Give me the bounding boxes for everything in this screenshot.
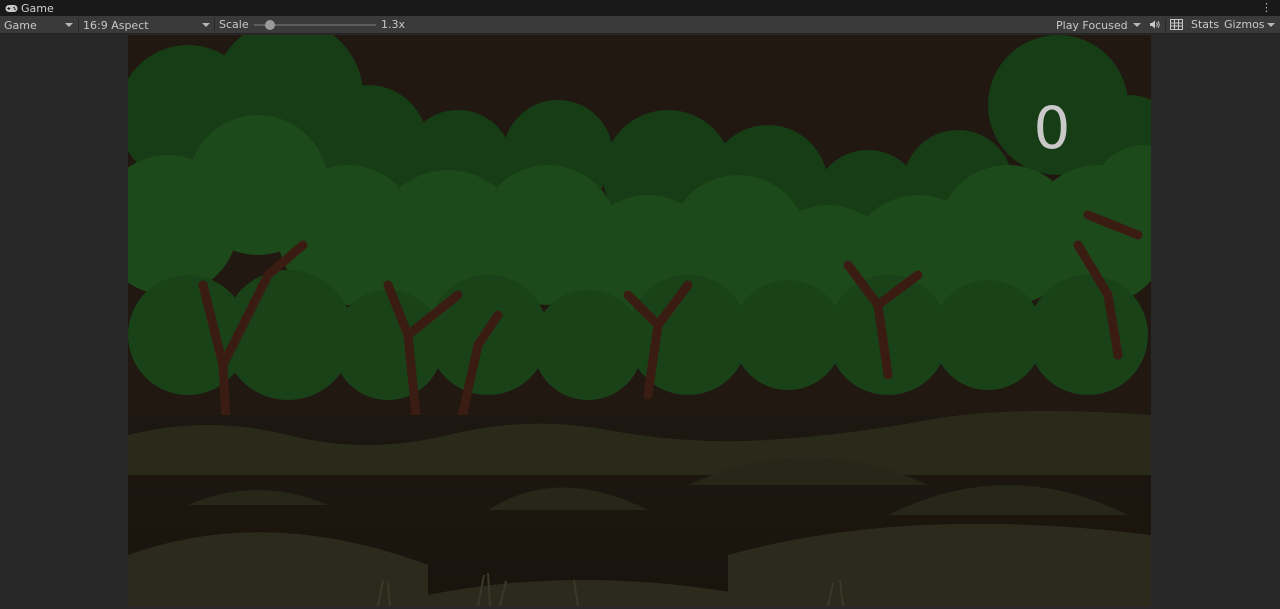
scale-value: 1.3x <box>381 18 406 31</box>
chevron-down-icon <box>1133 23 1141 27</box>
chevron-down-icon <box>1267 23 1275 27</box>
score-counter: 0 <box>1033 94 1071 162</box>
display-dropdown-label: Game <box>4 18 37 32</box>
gizmos-button[interactable]: Gizmos <box>1224 16 1265 34</box>
play-mode-label: Play Focused <box>1056 18 1128 32</box>
game-view-toolbar: Game 16:9 Aspect Scale 1.3x Play Focused <box>0 16 1280 34</box>
game-render-area[interactable]: 0 <box>128 35 1151 606</box>
forest-background <box>128 35 1151 606</box>
display-dropdown[interactable]: Game <box>0 16 76 34</box>
tab-title: Game <box>21 1 54 15</box>
aspect-dropdown[interactable]: 16:9 Aspect <box>79 16 213 34</box>
play-mode-dropdown[interactable]: Play Focused <box>1052 16 1144 34</box>
more-options-icon[interactable]: ⋮ <box>1261 1 1272 15</box>
window-tab-bar: Game ⋮ <box>0 0 1280 16</box>
gamepad-icon <box>5 4 18 13</box>
speaker-icon[interactable] <box>1149 19 1161 30</box>
gizmos-dropdown[interactable] <box>1262 16 1278 34</box>
toolbar-divider <box>214 18 215 32</box>
chevron-down-icon <box>65 23 73 27</box>
tab-game[interactable]: Game <box>0 0 60 16</box>
aspect-dropdown-label: 16:9 Aspect <box>83 18 149 32</box>
game-viewport: 0 <box>0 35 1280 609</box>
stats-button[interactable]: Stats <box>1191 16 1219 34</box>
scale-slider-handle[interactable] <box>265 20 275 30</box>
toolbar-divider <box>1165 18 1166 32</box>
chevron-down-icon <box>202 23 210 27</box>
scale-label: Scale <box>219 18 249 31</box>
grid-icon[interactable] <box>1170 19 1183 30</box>
